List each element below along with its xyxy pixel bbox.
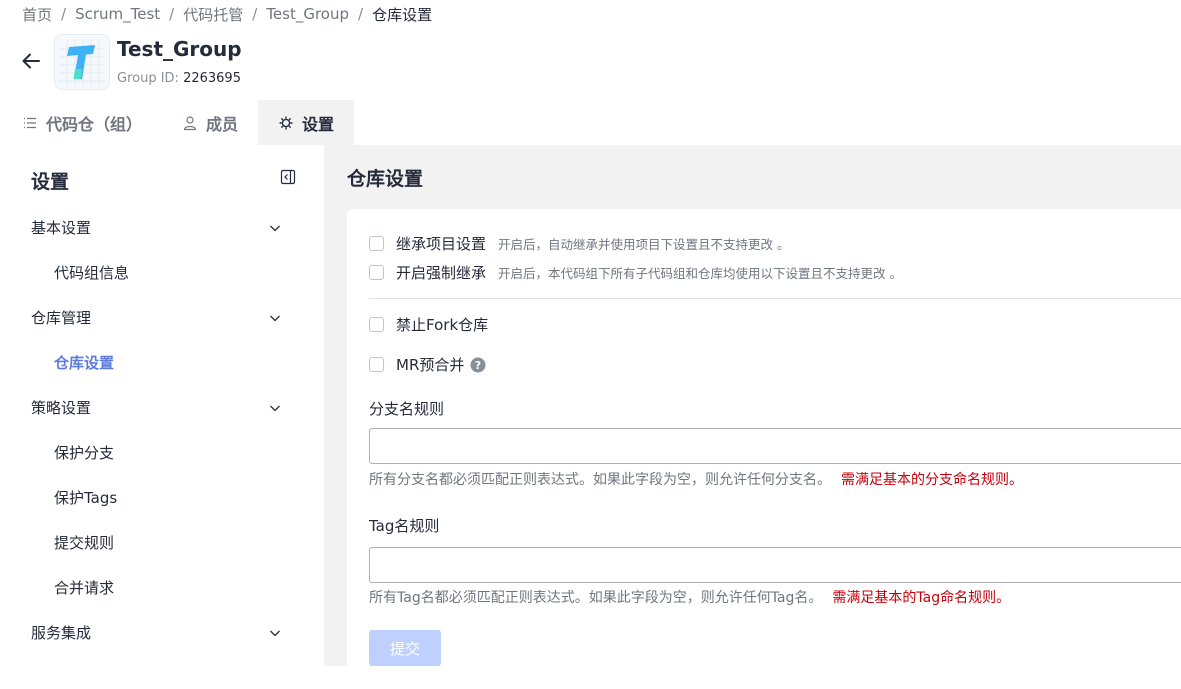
breadcrumb-project[interactable]: Scrum_Test xyxy=(75,5,160,23)
breadcrumb-code-hosting[interactable]: 代码托管 xyxy=(183,4,243,25)
sidebar-item-label: 保护分支 xyxy=(54,443,115,462)
forbid-fork-checkbox[interactable] xyxy=(369,317,384,332)
arrow-left-icon[interactable] xyxy=(20,50,42,72)
sidebar-item-commit-rules[interactable]: 提交规则 xyxy=(0,525,324,559)
divider xyxy=(369,298,1181,299)
submit-button[interactable]: 提交 xyxy=(369,630,441,666)
group-title: Test_Group xyxy=(117,37,242,61)
chevron-down-icon xyxy=(270,225,280,232)
tag-rule-hint-text: 所有Tag名都必须匹配正则表达式。如果此字段为空，则允许任何Tag名。 xyxy=(369,590,823,606)
breadcrumb: 首页 / Scrum_Test / 代码托管 / Test_Group / 仓库… xyxy=(22,4,432,24)
forbid-fork-row: 禁止Fork仓库 xyxy=(369,314,488,335)
sidebar-item-label: 仓库管理 xyxy=(31,308,92,327)
inherit-settings-label: 继承项目设置 xyxy=(396,235,487,253)
tab-settings[interactable]: 设置 xyxy=(258,100,355,145)
sidebar-item-policy-settings[interactable]: 策略设置 xyxy=(0,390,324,424)
inherit-settings-row: 继承项目设置 开启后，自动继承并使用项目下设置且不支持更改 。 xyxy=(369,233,790,254)
tab-members[interactable]: 成员 xyxy=(162,100,258,145)
mr-premerge-row: MR预合并 ? xyxy=(369,354,486,375)
tag-rule-label: Tag名规则 xyxy=(369,517,440,535)
sidebar-item-label: 保护Tags xyxy=(54,488,118,507)
branch-rule-hint-text: 所有分支名都必须匹配正则表达式。如果此字段为空，则允许任何分支名。 xyxy=(369,472,831,488)
sidebar-item-protected-tags[interactable]: 保护Tags xyxy=(0,480,324,514)
tab-label: 设置 xyxy=(302,114,335,134)
group-id-label: Group ID: xyxy=(117,71,179,86)
sidebar-item-label: 提交规则 xyxy=(54,533,115,552)
sidebar-item-label: 代码组信息 xyxy=(54,263,130,282)
sidebar-item-repo-settings[interactable]: 仓库设置 xyxy=(0,345,324,379)
sidebar-item-label: 合并请求 xyxy=(54,578,115,597)
sidebar-item-protected-branches[interactable]: 保护分支 xyxy=(0,435,324,469)
sidebar-item-group-info[interactable]: 代码组信息 xyxy=(0,255,324,289)
force-inherit-desc: 开启后，本代码组下所有子代码组和仓库均使用以下设置且不支持更改 。 xyxy=(498,266,902,281)
breadcrumb-separator: / xyxy=(358,5,364,23)
group-id-value: 2263695 xyxy=(183,71,241,86)
chevron-down-icon xyxy=(270,315,280,322)
breadcrumb-separator: / xyxy=(252,5,258,23)
settings-sidebar: 设置 基本设置 代码组信息 仓库管理 仓库设置 策略设置 保护分支 保护Tags… xyxy=(0,145,324,666)
group-id: Group ID: 2263695 xyxy=(117,71,241,86)
page-title: 仓库设置 xyxy=(347,168,424,190)
force-inherit-row: 开启强制继承 开启后，本代码组下所有子代码组和仓库均使用以下设置且不支持更改 。 xyxy=(369,262,902,283)
branch-rule-hint: 所有分支名都必须匹配正则表达式。如果此字段为空，则允许任何分支名。 需满足基本的分… xyxy=(369,469,1023,489)
breadcrumb-separator: / xyxy=(61,5,67,23)
top-tabs: 代码仓（组） 成员 设置 xyxy=(0,100,355,145)
branch-rule-label: 分支名规则 xyxy=(369,400,445,418)
chevron-down-icon xyxy=(270,630,280,637)
mr-premerge-label: MR预合并 xyxy=(396,356,465,374)
branch-rule-input[interactable] xyxy=(369,428,1181,464)
branch-rule-warning: 需满足基本的分支命名规则。 xyxy=(841,472,1023,488)
sidebar-item-basic-settings[interactable]: 基本设置 xyxy=(0,210,324,244)
question-circle-icon[interactable]: ? xyxy=(470,357,486,373)
sidebar-item-repo-management[interactable]: 仓库管理 xyxy=(0,300,324,334)
breadcrumb-separator: / xyxy=(169,5,175,23)
svg-text:?: ? xyxy=(475,359,481,372)
sidebar-item-label: 服务集成 xyxy=(31,623,92,642)
tag-rule-input[interactable] xyxy=(369,547,1181,583)
inherit-settings-desc: 开启后，自动继承并使用项目下设置且不支持更改 。 xyxy=(498,237,790,252)
breadcrumb-group[interactable]: Test_Group xyxy=(266,5,349,23)
breadcrumb-home[interactable]: 首页 xyxy=(22,4,52,25)
breadcrumb-current: 仓库设置 xyxy=(372,5,433,24)
mr-premerge-checkbox[interactable] xyxy=(369,357,384,372)
force-inherit-label: 开启强制继承 xyxy=(396,264,487,282)
tag-rule-warning: 需满足基本的Tag命名规则。 xyxy=(832,590,1011,606)
tab-repositories[interactable]: 代码仓（组） xyxy=(0,100,162,145)
sidebar-item-label: 仓库设置 xyxy=(54,353,115,372)
sidebar-item-merge-requests[interactable]: 合并请求 xyxy=(0,570,324,604)
settings-card: 继承项目设置 开启后，自动继承并使用项目下设置且不支持更改 。 开启强制继承 开… xyxy=(347,209,1181,689)
list-icon xyxy=(22,115,38,131)
gear-icon xyxy=(278,115,294,131)
tab-label: 成员 xyxy=(206,114,239,134)
inherit-settings-checkbox[interactable] xyxy=(369,236,384,251)
sidebar-item-service-integration[interactable]: 服务集成 xyxy=(0,615,324,649)
group-logo xyxy=(54,34,110,90)
forbid-fork-label: 禁止Fork仓库 xyxy=(396,316,489,334)
sidebar-item-label: 基本设置 xyxy=(31,218,92,237)
tab-label: 代码仓（组） xyxy=(46,114,143,134)
sidebar-title: 设置 xyxy=(31,171,70,193)
user-icon xyxy=(182,115,198,131)
force-inherit-checkbox[interactable] xyxy=(369,265,384,280)
collapse-sidebar-icon[interactable] xyxy=(280,169,296,185)
tag-rule-hint: 所有Tag名都必须匹配正则表达式。如果此字段为空，则允许任何Tag名。 需满足基本… xyxy=(369,587,1010,607)
sidebar-item-label: 策略设置 xyxy=(31,398,92,417)
chevron-down-icon xyxy=(270,405,280,412)
